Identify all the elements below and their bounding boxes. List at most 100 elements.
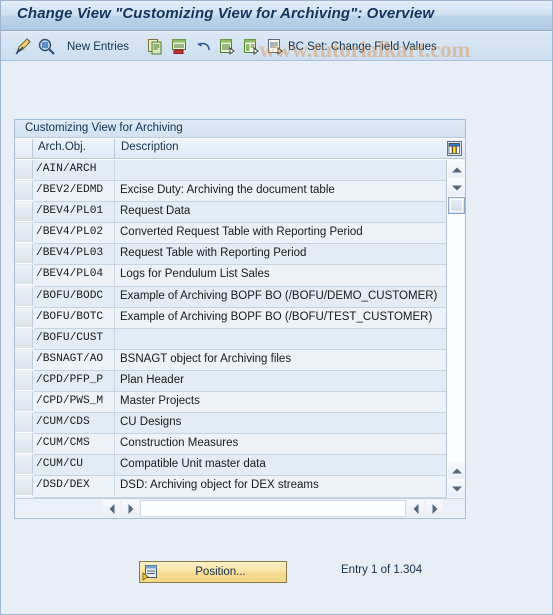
check-button[interactable]	[37, 36, 56, 57]
row-select-button[interactable]	[15, 434, 33, 455]
variant-icon	[268, 39, 283, 55]
copy-as-button[interactable]	[147, 36, 164, 57]
bc-set-change-field-values-button[interactable]: BC Set: Change Field Values	[267, 36, 437, 57]
cell-description[interactable]: Plan Header	[116, 371, 446, 391]
delete-button[interactable]	[171, 36, 188, 57]
column-header-arch-obj[interactable]: Arch.Obj.	[34, 139, 115, 158]
horizontal-scroll-track[interactable]	[140, 500, 406, 517]
position-icon	[142, 564, 157, 581]
cell-arch-obj[interactable]: /BOFU/BODC	[34, 286, 115, 307]
cell-arch-obj[interactable]: /BSNAGT/AO	[34, 349, 115, 370]
table-row[interactable]: /BSNAGT/AO BSNAGT object for Archiving fi…	[15, 349, 446, 371]
row-select-button[interactable]	[15, 265, 33, 286]
row-select-button[interactable]	[15, 181, 33, 202]
table-row[interactable]: /BEV2/EDMD Excise Duty: Archiving the doc…	[15, 181, 446, 203]
cell-description[interactable]: Construction Measures	[116, 434, 446, 454]
cell-arch-obj[interactable]: /BEV4/PL04	[34, 265, 115, 286]
cell-arch-obj[interactable]: /BEV4/PL01	[34, 202, 115, 223]
row-select-button[interactable]	[15, 202, 33, 223]
cell-arch-obj[interactable]: /AIN/ARCH	[34, 160, 115, 180]
scroll-left-page-button[interactable]	[122, 500, 139, 517]
row-select-button[interactable]	[15, 307, 33, 328]
table-row[interactable]: /BEV4/PL03 Request Table with Reporting P…	[15, 244, 446, 266]
cell-description[interactable]: Compatible Unit master data	[116, 455, 446, 475]
scroll-right-page-button[interactable]	[407, 500, 424, 517]
new-entries-label: New Entries	[67, 40, 129, 53]
table-row[interactable]: /DSD/DEX DSD: Archiving object for DEX st…	[15, 476, 446, 498]
cell-description[interactable]: Example of Archiving BOPF BO (/BOFU/DEMO…	[116, 287, 446, 307]
position-button-label: Position...	[195, 566, 246, 578]
table-row[interactable]: /CUM/CMS Construction Measures	[15, 434, 446, 456]
undo-button[interactable]	[195, 36, 212, 57]
new-entries-button[interactable]: New Entries	[67, 36, 129, 57]
scroll-left-button[interactable]	[103, 500, 120, 517]
horizontal-scrollbar[interactable]	[15, 498, 465, 518]
cell-description[interactable]: DSD: Archiving object for DEX streams	[116, 476, 446, 496]
cell-arch-obj[interactable]: /CUM/CMS	[34, 434, 115, 455]
scroll-up-button[interactable]	[448, 161, 465, 178]
column-header-description[interactable]: Description	[116, 139, 443, 158]
bc-set-label: BC Set: Change Field Values	[288, 40, 437, 53]
table-row[interactable]: /BEV4/PL01 Request Data	[15, 202, 446, 224]
table-row[interactable]: /CPD/PWS_M Master Projects	[15, 392, 446, 414]
scroll-page-down-button[interactable]	[448, 480, 465, 497]
entry-status: Entry 1 of 1.304	[341, 564, 423, 576]
table-row[interactable]: /CUM/CU Compatible Unit master data	[15, 455, 446, 477]
row-select-button[interactable]	[15, 349, 33, 370]
cell-description[interactable]: Logs for Pendulum List Sales	[116, 265, 446, 285]
copy-icon	[148, 39, 162, 55]
cell-description[interactable]: CU Designs	[116, 413, 446, 433]
select-all-column-header[interactable]	[15, 139, 33, 158]
row-select-button[interactable]	[15, 392, 33, 413]
cell-description[interactable]: BSNAGT object for Archiving files	[116, 350, 446, 370]
cell-arch-obj[interactable]: /CPD/PFP_P	[34, 370, 115, 391]
cell-arch-obj[interactable]: /CPD/PWS_M	[34, 392, 115, 413]
table-row[interactable]: /BEV4/PL04 Logs for Pendulum List Sales	[15, 265, 446, 287]
table-row[interactable]: /BOFU/CUST	[15, 328, 446, 350]
cell-description[interactable]: Request Table with Reporting Period	[116, 244, 446, 264]
scrollbar-thumb[interactable]	[448, 197, 465, 214]
position-button[interactable]: Position...	[139, 561, 287, 583]
cell-description[interactable]: Converted Request Table with Reporting P…	[116, 223, 446, 243]
cell-arch-obj[interactable]: /CUM/CU	[34, 455, 115, 476]
cell-arch-obj[interactable]: /BEV4/PL03	[34, 244, 115, 265]
row-select-button[interactable]	[15, 476, 33, 497]
scroll-down-button[interactable]	[448, 179, 465, 196]
row-select-button[interactable]	[15, 244, 33, 265]
cell-arch-obj[interactable]: /BEV2/EDMD	[34, 181, 115, 202]
table-row[interactable]: /CPD/PFP_P Plan Header	[15, 370, 446, 393]
select-all-button[interactable]	[219, 36, 236, 57]
cell-arch-obj[interactable]: /BEV4/PL02	[34, 223, 115, 244]
row-select-button[interactable]	[15, 286, 33, 307]
row-select-button[interactable]	[15, 413, 33, 434]
row-select-button[interactable]	[15, 370, 33, 391]
cell-description[interactable]	[116, 329, 446, 349]
cell-arch-obj[interactable]: /DSD/DEX	[34, 476, 115, 497]
table-settings-icon[interactable]	[447, 141, 462, 156]
table-header-row: Arch.Obj. Description	[15, 139, 465, 159]
row-select-button[interactable]	[15, 455, 33, 476]
window-title-bar: Change View "Customizing View for Archiv…	[1, 1, 552, 31]
cell-arch-obj[interactable]: /BOFU/BOTC	[34, 307, 115, 328]
cell-description[interactable]: Example of Archiving BOPF BO (/BOFU/TEST…	[116, 308, 446, 328]
scroll-page-up-button[interactable]	[448, 462, 465, 479]
table-row[interactable]: /CUM/CDS CU Designs	[15, 413, 446, 435]
display-change-button[interactable]	[14, 36, 33, 57]
scroll-right-button[interactable]	[426, 500, 443, 517]
deselect-all-button[interactable]	[243, 36, 260, 57]
table-row[interactable]: /BOFU/BOTC Example of Archiving BOPF BO (…	[15, 307, 446, 329]
vertical-scrollbar[interactable]	[446, 160, 465, 498]
cell-description[interactable]: Excise Duty: Archiving the document tabl…	[116, 181, 446, 201]
table-row[interactable]: /BOFU/BODC Example of Archiving BOPF BO (…	[15, 286, 446, 308]
cell-description[interactable]	[116, 160, 446, 180]
row-select-button[interactable]	[15, 328, 33, 349]
table-row[interactable]: /AIN/ARCH	[15, 160, 446, 182]
cell-arch-obj[interactable]: /CUM/CDS	[34, 413, 115, 434]
cell-arch-obj[interactable]: /BOFU/CUST	[34, 328, 115, 349]
cell-description[interactable]: Request Data	[116, 202, 446, 222]
table-row[interactable]: /BEV4/PL02 Converted Request Table with R…	[15, 223, 446, 245]
cell-description[interactable]: Master Projects	[116, 392, 446, 412]
magnifier-check-icon	[38, 38, 55, 55]
row-select-button[interactable]	[15, 160, 33, 180]
row-select-button[interactable]	[15, 223, 33, 244]
